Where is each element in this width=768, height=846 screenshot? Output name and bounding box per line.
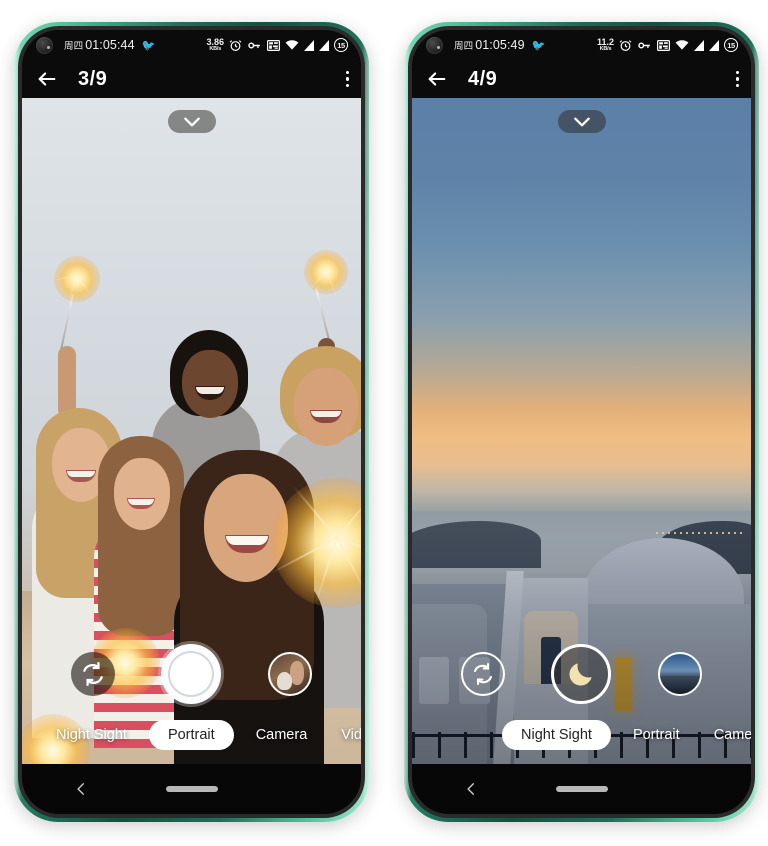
home-indicator[interactable] [555, 786, 608, 792]
bird-icon: 🐦 [141, 40, 156, 52]
phone-screen-right: 周四 01:05:49 🐦 11.2 KB/s 15 4/9 Night Sig… [412, 30, 751, 814]
camera-flip-icon [83, 662, 103, 686]
network-speed-unit: KB/s [209, 45, 222, 52]
home-indicator[interactable] [165, 786, 218, 792]
signal-icon [319, 39, 329, 51]
signal-icon [709, 39, 719, 51]
network-speed-indicator: 3.86 KB/s [206, 37, 224, 53]
person-teeth [128, 499, 154, 505]
camera-controls [22, 640, 361, 708]
alarm-icon [619, 39, 632, 51]
navigation-bar [412, 764, 751, 814]
moon-icon [569, 663, 593, 686]
person-face [182, 350, 238, 418]
title-bar: 3/9 [22, 60, 361, 98]
title-bar: 4/9 [412, 60, 751, 98]
back-arrow-icon[interactable] [426, 68, 448, 90]
wifi-icon [285, 40, 299, 50]
camera-viewfinder[interactable]: Night Sight Portrait Camera Video [22, 98, 361, 764]
vpn-key-icon [248, 42, 260, 48]
overflow-menu-icon[interactable] [735, 70, 739, 88]
sparkler-stick [315, 288, 331, 344]
camera-controls [412, 640, 751, 708]
wifi-calling-icon [267, 39, 280, 51]
overflow-menu-icon[interactable] [345, 70, 349, 88]
nav-back-icon[interactable] [74, 782, 88, 796]
mode-portrait[interactable]: Portrait [148, 720, 234, 750]
shutter-inner-ring [168, 651, 215, 697]
gallery-thumbnail-button[interactable] [657, 652, 702, 696]
back-arrow-icon[interactable] [36, 68, 58, 90]
network-speed-unit: KB/s [599, 45, 612, 52]
wifi-calling-icon [657, 39, 670, 51]
expand-settings-button[interactable] [167, 110, 216, 133]
status-clock: 01:05:44 [85, 38, 135, 52]
gallery-thumbnail-button[interactable] [267, 652, 312, 696]
person-teeth [311, 411, 341, 417]
battery-indicator: 15 [334, 38, 348, 52]
page-title: 4/9 [468, 67, 498, 90]
person-face [114, 458, 170, 530]
phone-device-right: 周四 01:05:49 🐦 11.2 KB/s 15 4/9 Night Sig… [404, 22, 759, 822]
mode-selector[interactable]: Night Sight Portrait Camera Video [22, 718, 361, 752]
mode-portrait[interactable]: Portrait [621, 721, 692, 749]
battery-indicator: 15 [724, 38, 738, 52]
status-icons-group: 3.86 KB/s 15 [206, 37, 348, 53]
shutter-button[interactable] [551, 644, 612, 704]
vpn-key-icon [638, 42, 650, 48]
status-day-label: 周四 [64, 41, 84, 52]
shutter-button[interactable] [161, 644, 222, 704]
nav-back-icon[interactable] [464, 782, 478, 796]
camera-flip-button[interactable] [461, 652, 506, 696]
camera-flip-icon [474, 662, 493, 686]
phone-screen-left: 周四 01:05:44 🐦 3.86 KB/s 15 3/9 Night Sig… [22, 30, 361, 814]
person-teeth [67, 471, 95, 477]
status-day-label: 周四 [454, 41, 474, 52]
status-time-group: 周四 01:05:49 🐦 [454, 38, 545, 52]
signal-icon [694, 39, 704, 51]
navigation-bar [22, 764, 361, 814]
person-teeth [226, 536, 268, 545]
mode-video[interactable]: Video [329, 721, 361, 749]
status-time-group: 周四 01:05:44 🐦 [64, 38, 155, 52]
status-icons-group: 11.2 KB/s 15 [597, 37, 738, 53]
alarm-icon [229, 39, 242, 51]
mode-night-sight[interactable]: Night Sight [44, 721, 139, 749]
signal-icon [304, 39, 314, 51]
front-camera-punchhole [36, 36, 53, 54]
person-teeth [196, 387, 224, 394]
phone-device-left: 周四 01:05:44 🐦 3.86 KB/s 15 3/9 Night Sig… [14, 22, 369, 822]
page-title: 3/9 [78, 67, 108, 90]
raised-arm [58, 346, 76, 418]
mode-selector[interactable]: Night Sight Portrait Camera [412, 718, 751, 752]
camera-viewfinder[interactable]: Night Sight Portrait Camera [412, 98, 751, 764]
mode-night-sight[interactable]: Night Sight [502, 720, 611, 750]
mode-camera[interactable]: Camera [702, 721, 751, 749]
camera-flip-button[interactable] [71, 652, 116, 696]
chevron-down-icon [183, 117, 200, 126]
mode-camera[interactable]: Camera [244, 721, 320, 749]
phone-bezel: 周四 01:05:49 🐦 11.2 KB/s 15 4/9 Night Sig… [408, 26, 755, 818]
wifi-icon [675, 40, 689, 50]
phone-bezel: 周四 01:05:44 🐦 3.86 KB/s 15 3/9 Night Sig… [18, 26, 365, 818]
status-bar: 周四 01:05:44 🐦 3.86 KB/s 15 [22, 30, 361, 60]
bird-icon: 🐦 [531, 40, 546, 52]
status-bar: 周四 01:05:49 🐦 11.2 KB/s 15 [412, 30, 751, 60]
chevron-down-icon [573, 117, 590, 126]
expand-settings-button[interactable] [557, 110, 606, 133]
network-speed-indicator: 11.2 KB/s [597, 37, 614, 53]
status-clock: 01:05:49 [475, 38, 525, 52]
person-face [294, 368, 358, 446]
front-camera-punchhole [426, 36, 443, 54]
screenshot-stage: 周四 01:05:44 🐦 3.86 KB/s 15 3/9 Night Sig… [0, 0, 768, 846]
